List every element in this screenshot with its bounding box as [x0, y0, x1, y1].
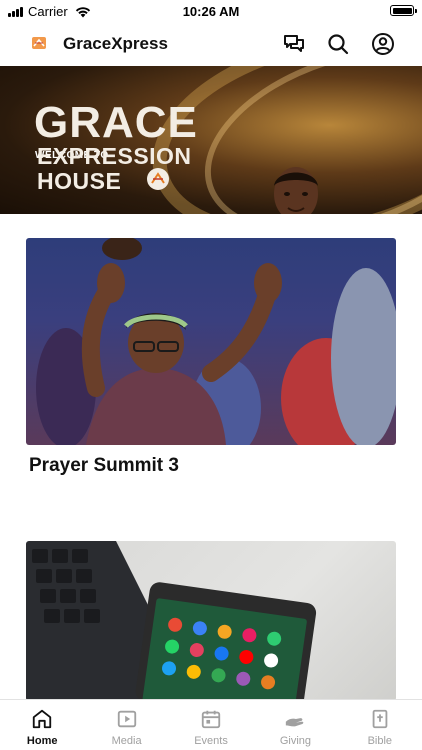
event-card-title[interactable]: Prayer Summit 3 — [29, 455, 179, 477]
app-logo-icon — [32, 37, 46, 49]
phone-photo — [26, 541, 317, 701]
tab-media[interactable]: Media — [84, 700, 168, 750]
status-bar: Carrier 10:26 AM — [0, 0, 422, 22]
banner-title-expression: EXPRESSION — [37, 143, 192, 169]
tab-bible-label: Bible — [367, 735, 393, 747]
chat-icon[interactable] — [282, 32, 306, 56]
media-card[interactable] — [26, 541, 396, 701]
profile-icon[interactable] — [371, 32, 395, 56]
app-title: GraceXpress — [63, 34, 168, 53]
media-card-image — [26, 541, 396, 701]
event-card[interactable] — [26, 238, 396, 445]
bottom-tab-bar: Home Media Events Giving Bible — [0, 699, 422, 750]
calendar-icon — [201, 710, 221, 729]
tab-events[interactable]: Events — [169, 700, 253, 750]
tab-events-label: Events — [194, 735, 228, 747]
search-icon[interactable] — [326, 32, 350, 56]
tab-giving[interactable]: Giving — [253, 700, 337, 750]
tab-media-label: Media — [111, 735, 142, 747]
giving-icon — [286, 718, 304, 727]
church-logo-icon — [147, 168, 169, 190]
status-time: 10:26 AM — [182, 4, 240, 19]
event-card-image — [26, 238, 396, 445]
banner-title-grace: GRACE — [34, 98, 198, 147]
bible-icon — [372, 709, 388, 729]
home-icon — [33, 709, 52, 729]
media-icon — [117, 710, 136, 728]
battery-icon — [390, 5, 417, 16]
app-header: GraceXpress — [0, 22, 422, 66]
pastor-portrait — [274, 167, 318, 214]
prayer-photo — [36, 238, 396, 445]
banner-title-house: HOUSE — [37, 168, 122, 194]
tab-home-label: Home — [26, 735, 58, 747]
tab-home[interactable]: Home — [0, 700, 84, 750]
tab-giving-label: Giving — [279, 735, 312, 747]
tab-bible[interactable]: Bible — [338, 700, 422, 750]
